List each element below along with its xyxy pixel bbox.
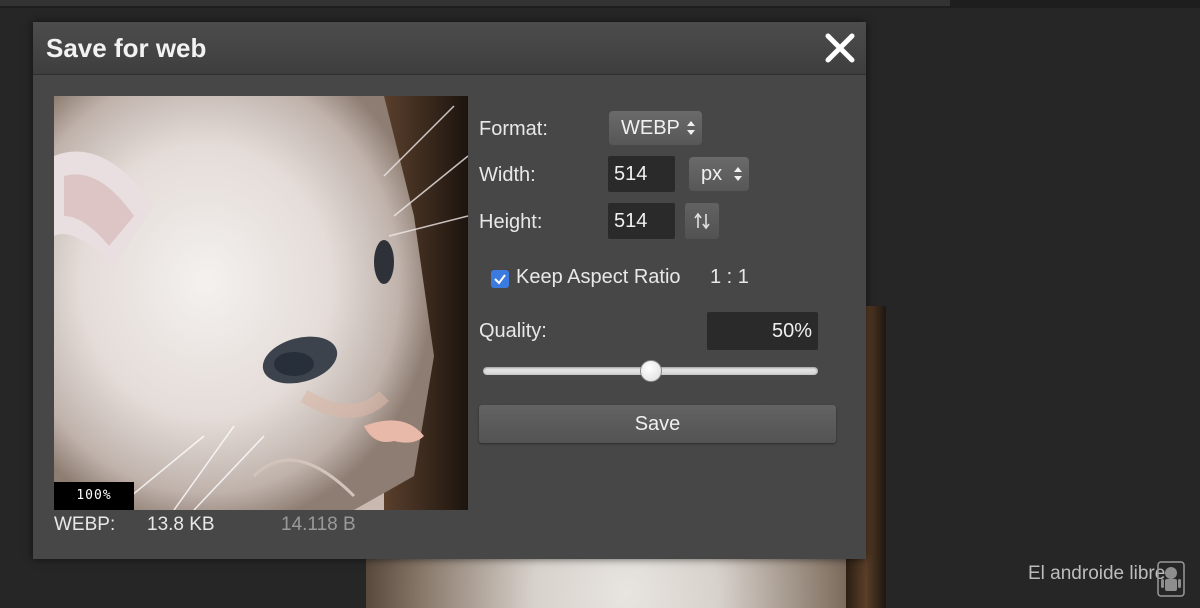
aspect-ratio-value: 1 : 1 [710, 266, 749, 288]
save-button[interactable]: Save [479, 405, 836, 443]
zoom-level-badge: 100% [54, 482, 134, 510]
keep-aspect-checkbox[interactable] [491, 270, 509, 288]
file-size-kb: 13.8 KB [147, 514, 215, 535]
quality-label: Quality: [479, 320, 547, 342]
width-label: Width: [479, 164, 536, 186]
dialog-title: Save for web [46, 33, 207, 63]
watermark: El androide libre [1028, 560, 1198, 600]
format-select-value: WEBP [621, 117, 680, 139]
unit-select[interactable]: px [689, 157, 749, 191]
select-arrows-icon [687, 121, 695, 135]
close-icon [825, 33, 855, 63]
app-toolbar-strip [0, 0, 950, 6]
keep-aspect-label[interactable]: Keep Aspect Ratio [516, 266, 681, 289]
height-input[interactable]: 514 [608, 203, 675, 239]
close-button[interactable] [822, 30, 858, 66]
file-format-label: WEBP: [54, 514, 116, 535]
select-arrows-icon [734, 167, 742, 181]
width-input[interactable]: 514 [608, 156, 675, 192]
android-logo-icon [1157, 561, 1185, 597]
format-label: Format: [479, 118, 548, 140]
swap-dimensions-button[interactable] [685, 203, 719, 239]
checkmark-icon [494, 274, 506, 285]
save-for-web-dialog: Save for web 100% WEBP: 13.8 KB 14.118 B… [33, 22, 866, 559]
quality-input[interactable]: 50% [707, 312, 818, 350]
format-select[interactable]: WEBP [609, 111, 702, 145]
unit-select-value: px [701, 163, 723, 185]
height-label: Height: [479, 211, 543, 233]
swap-arrows-icon [694, 212, 710, 230]
quality-slider-thumb[interactable] [639, 360, 662, 382]
app-top-strip [0, 0, 1200, 8]
file-size-bytes: 14.118 B [281, 514, 356, 535]
dialog-header: Save for web [33, 22, 866, 75]
watermark-text: El androide libre [1028, 563, 1166, 584]
image-preview: 100% [54, 96, 468, 510]
cat-preview-image [54, 96, 468, 510]
